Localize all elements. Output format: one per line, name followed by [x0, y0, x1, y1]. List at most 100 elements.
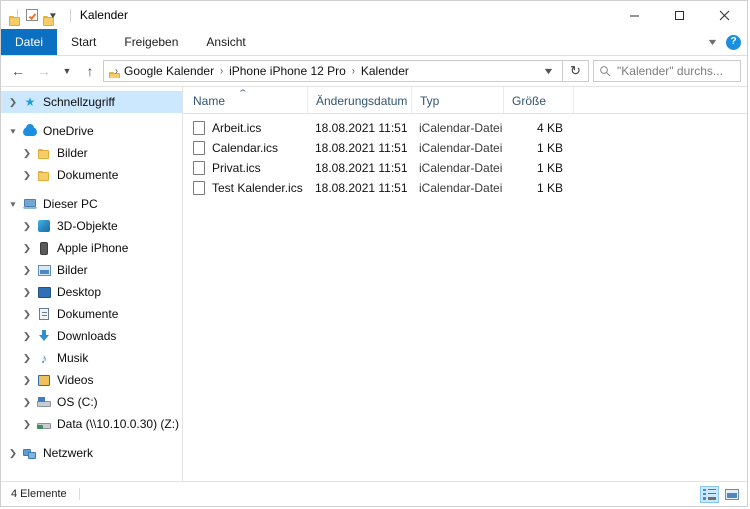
table-row[interactable]: Arbeit.ics 18.08.2021 11:51 iCalendar-Date…	[183, 118, 747, 138]
file-type-cell: iCalendar-Datei	[419, 121, 503, 135]
breadcrumb-item-kalender[interactable]: Kalender	[359, 64, 411, 78]
sidebar-item-data-10-10-0-30-z[interactable]: ❯ Data (\\10.10.0.30) (Z:)	[1, 413, 182, 435]
breadcrumb-item-iphone[interactable]: iPhone iPhone 12 Pro	[227, 64, 348, 78]
folder-icon	[35, 170, 53, 181]
pictures-icon	[35, 264, 53, 276]
column-header-size[interactable]: Größe	[503, 87, 573, 113]
breadcrumb: › Google Kalender › iPhone iPhone 12 Pro…	[109, 64, 539, 78]
chevron-right-icon[interactable]: ❯	[4, 448, 22, 459]
breadcrumb-dropdown-icon[interactable]: ▼	[535, 66, 561, 76]
sidebar-item-apple-iphone[interactable]: ❯ Apple iPhone	[1, 237, 182, 259]
file-type-cell: iCalendar-Datei	[419, 141, 503, 155]
ribbon-right-controls: ▼ ?	[706, 29, 741, 55]
sidebar-item-os-c[interactable]: ❯ OS (C:)	[1, 391, 182, 413]
tab-datei[interactable]: Datei	[1, 29, 58, 55]
chevron-right-icon[interactable]: ❯	[18, 419, 36, 430]
recent-locations-button[interactable]: ▼	[57, 58, 77, 84]
chevron-down-icon[interactable]: ▼	[706, 37, 718, 47]
sidebar-item-label: Downloads	[57, 329, 117, 343]
navigation-pane: ❯ ★ Schnellzugriff ▾ OneDrive ❯ Bilder ❯ Dokumen…	[1, 87, 183, 481]
sidebar-item-downloads[interactable]: ❯ Downloads	[1, 325, 182, 347]
sidebar-item-dokumente[interactable]: ❯ Dokumente	[1, 164, 182, 186]
chevron-right-icon[interactable]: ❯	[18, 287, 36, 298]
sidebar-item-videos[interactable]: ❯ Videos	[1, 369, 182, 391]
chevron-right-icon[interactable]: ❯	[18, 170, 36, 181]
sidebar-item-dieser-pc[interactable]: ▾ Dieser PC	[1, 193, 182, 215]
sidebar-item-label: Desktop	[57, 285, 102, 299]
content-area: ❯ ★ Schnellzugriff ▾ OneDrive ❯ Bilder ❯ Dokumen…	[1, 86, 747, 481]
column-header-type[interactable]: Typ	[411, 87, 503, 113]
ribbon-tab-bar: Datei Start Freigeben Ansicht ▼ ?	[1, 29, 747, 56]
large-icons-view-button[interactable]	[722, 486, 741, 503]
file-rows: Arbeit.ics 18.08.2021 11:51 iCalendar-Date…	[183, 114, 747, 481]
sidebar-item-label: Netzwerk	[43, 446, 94, 460]
chevron-down-icon[interactable]: ▾	[4, 199, 22, 210]
large-icons-view-icon	[724, 488, 739, 500]
breadcrumb-item-google-kalender[interactable]: Google Kalender	[122, 64, 216, 78]
sidebar-item-label: Apple iPhone	[57, 241, 129, 255]
sidebar-item-bilder[interactable]: ❯ Bilder	[1, 142, 182, 164]
search-icon	[600, 66, 611, 77]
chevron-right-icon[interactable]: ❯	[18, 309, 36, 320]
desktop-icon	[35, 286, 53, 298]
table-row[interactable]: Test Kalender.ics 18.08.2021 11:51 iCalend…	[183, 178, 747, 198]
chevron-right-icon[interactable]: ❯	[18, 397, 36, 408]
tab-freigeben[interactable]: Freigeben	[110, 29, 192, 55]
drive-icon	[35, 397, 53, 407]
chevron-down-icon[interactable]: ▾	[4, 126, 22, 137]
column-header-name[interactable]: ⌃ Name	[183, 87, 307, 113]
sidebar-item-musik[interactable]: ❯ ♪ Musik	[1, 347, 182, 369]
breadcrumb-separator: ›	[220, 65, 224, 77]
file-icon	[193, 161, 205, 175]
file-size-cell: 1 KB	[536, 161, 563, 175]
chevron-right-icon[interactable]: ❯	[18, 221, 36, 232]
minimize-button[interactable]	[612, 1, 657, 29]
sidebar-item-onedrive[interactable]: ▾ OneDrive	[1, 120, 182, 142]
sidebar-item-desktop[interactable]: ❯ Desktop	[1, 281, 182, 303]
music-icon: ♪	[40, 350, 48, 366]
sidebar-item-schnellzugriff[interactable]: ❯ ★ Schnellzugriff	[1, 91, 182, 113]
refresh-button[interactable]: ↻	[563, 60, 589, 82]
file-type-cell: iCalendar-Datei	[419, 181, 503, 195]
help-icon[interactable]: ?	[726, 34, 741, 50]
maximize-button[interactable]	[657, 1, 702, 29]
navigation-group-gap	[1, 186, 182, 193]
sidebar-item-bilder[interactable]: ❯ Bilder	[1, 259, 182, 281]
table-row[interactable]: Calendar.ics 18.08.2021 11:51 iCalendar-Da…	[183, 138, 747, 158]
details-view-button[interactable]	[700, 485, 719, 503]
sidebar-item-netzwerk[interactable]: ❯ Netzwerk	[1, 442, 182, 464]
customize-caret-icon[interactable]: ▼	[48, 11, 58, 20]
chevron-right-icon[interactable]: ❯	[4, 97, 22, 108]
chevron-right-icon[interactable]: ❯	[18, 375, 36, 386]
table-row[interactable]: Privat.ics 18.08.2021 11:51 iCalendar-Date…	[183, 158, 747, 178]
chevron-right-icon[interactable]: ❯	[18, 353, 36, 364]
search-box[interactable]: "Kalender" durchs...	[593, 60, 741, 82]
back-button[interactable]: ←	[5, 58, 31, 84]
chevron-right-icon[interactable]: ❯	[18, 265, 36, 276]
up-button[interactable]: ↑	[77, 58, 103, 84]
tab-ansicht[interactable]: Ansicht	[192, 29, 259, 55]
file-name-label: Calendar.ics	[212, 141, 279, 155]
sidebar-item-3d-objekte[interactable]: ❯ 3D-Objekte	[1, 215, 182, 237]
forward-button[interactable]: →	[31, 58, 57, 84]
sidebar-item-label: 3D-Objekte	[57, 219, 118, 233]
sidebar-item-dokumente[interactable]: ❯ Dokumente	[1, 303, 182, 325]
file-list-pane: ⌃ Name Änderungsdatum Typ Größe Arbeit.i…	[183, 87, 747, 481]
sidebar-item-label: Bilder	[57, 146, 88, 160]
sidebar-item-label: OneDrive	[43, 124, 94, 138]
file-date-cell: 18.08.2021 11:51	[315, 141, 408, 155]
chevron-right-icon[interactable]: ❯	[18, 148, 36, 159]
chevron-right-icon[interactable]: ❯	[18, 243, 36, 254]
network-drive-icon	[35, 419, 53, 429]
file-name-cell: Arbeit.ics	[183, 121, 307, 135]
tab-start[interactable]: Start	[57, 29, 110, 55]
column-header-name-label: Name	[193, 94, 226, 108]
phone-icon	[35, 241, 53, 255]
column-header-date[interactable]: Änderungsdatum	[307, 87, 411, 113]
column-header-type-label: Typ	[420, 94, 440, 108]
search-input[interactable]: "Kalender" durchs...	[617, 64, 723, 78]
breadcrumb-bar[interactable]: › Google Kalender › iPhone iPhone 12 Pro…	[103, 60, 563, 82]
close-button[interactable]	[702, 1, 747, 29]
properties-icon[interactable]	[26, 9, 38, 21]
chevron-right-icon[interactable]: ❯	[18, 331, 36, 342]
